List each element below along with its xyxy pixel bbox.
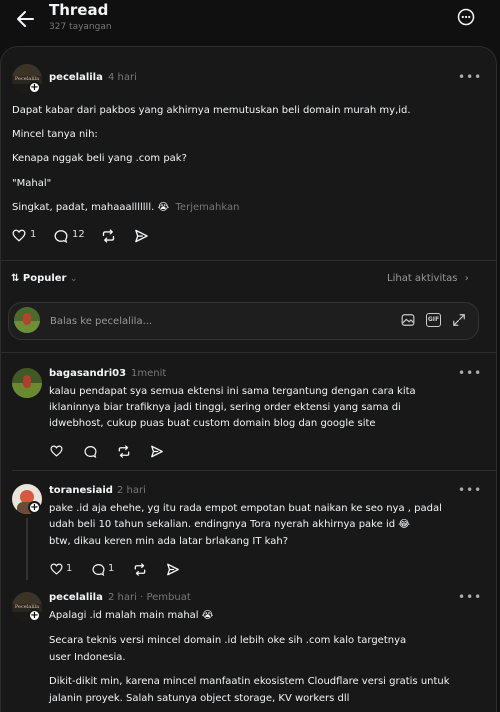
reply-line: udah beli 10 tahun sekalian. endingnya T… xyxy=(49,519,410,530)
heart-icon[interactable] xyxy=(12,229,26,242)
back-arrow-icon[interactable] xyxy=(15,8,37,30)
like-count: 1 xyxy=(30,229,37,240)
reply-time: 2 hari xyxy=(117,485,146,496)
like-count: 1 xyxy=(66,563,73,574)
reply-more-icon[interactable]: ••• xyxy=(458,590,482,604)
reply-line: iklaninnya biar trafiknya jadi tinggi, s… xyxy=(49,402,401,413)
reply-time: 2 hari xyxy=(108,592,137,603)
reply-meta: 2 hari · Pembuat xyxy=(108,592,191,603)
reply-line: Dikit-dikit min, karena mincel manfaatin… xyxy=(49,676,450,687)
comment-icon[interactable] xyxy=(54,229,68,243)
divider xyxy=(12,470,497,471)
author-tag: Pembuat xyxy=(146,592,191,603)
reply-line: pake .id aja ehehe, yg itu rada empot em… xyxy=(49,503,442,514)
heart-icon[interactable] xyxy=(50,445,63,457)
sort-icon: ⇅ xyxy=(11,273,20,284)
post-more-icon[interactable]: ••• xyxy=(458,70,482,84)
reply-line: idwebhost, cukup puas buat custom domain… xyxy=(49,418,376,429)
heart-icon[interactable] xyxy=(50,563,63,575)
repost-icon[interactable] xyxy=(117,445,131,458)
follow-plus-icon[interactable]: + xyxy=(28,609,41,622)
comment-icon[interactable] xyxy=(92,563,105,576)
chevron-right-icon: › xyxy=(464,273,469,284)
post-username[interactable]: pecelalila xyxy=(49,72,103,83)
reply-line: jalanin proyek. Salah satunya object sto… xyxy=(49,693,350,704)
post-line: "Mahal" xyxy=(12,178,52,189)
post-time: 4 hari xyxy=(108,72,137,83)
reply-line: Apalagi .id malah main mahal 😭 xyxy=(49,610,214,621)
expand-icon[interactable] xyxy=(452,313,466,327)
repost-icon[interactable] xyxy=(133,563,147,576)
divider xyxy=(0,260,497,261)
reply-more-icon[interactable]: ••• xyxy=(458,366,482,380)
reply-line: Secara teknis versi mincel domain .id le… xyxy=(49,635,407,646)
comment-icon[interactable] xyxy=(84,445,97,458)
share-icon[interactable] xyxy=(134,229,149,243)
follow-plus-icon[interactable]: + xyxy=(28,501,41,514)
top-bar: Thread 327 tayangan xyxy=(0,0,500,46)
view-activity-label: Lihat aktivitas xyxy=(387,273,458,284)
reply-placeholder[interactable]: Balas ke pecelalila... xyxy=(50,316,152,327)
view-activity-link[interactable]: Lihat aktivitas › xyxy=(387,273,469,284)
post-line: Kenapa nggak beli yang .com pak? xyxy=(12,153,187,164)
post-line-text: Singkat, padat, mahaaalllllll. 😭 xyxy=(12,202,170,213)
reply-line: user Indonesia. xyxy=(49,652,126,663)
share-icon[interactable] xyxy=(166,563,180,576)
more-options-icon[interactable] xyxy=(457,8,475,26)
chevron-down-icon: ⌄ xyxy=(69,274,78,284)
gif-icon[interactable]: GIF xyxy=(426,313,441,327)
reply-more-icon[interactable]: ••• xyxy=(458,483,482,497)
sort-dropdown[interactable]: ⇅ Populer ⌄ xyxy=(11,273,78,284)
share-icon[interactable] xyxy=(150,445,164,458)
avatar[interactable] xyxy=(12,368,42,398)
thread-connector xyxy=(26,518,28,580)
reply-username[interactable]: pecelalila xyxy=(49,592,103,603)
follow-plus-icon[interactable]: + xyxy=(28,81,41,94)
sort-label: Populer xyxy=(22,273,67,284)
reply-count: 12 xyxy=(72,229,85,240)
post-line: Singkat, padat, mahaaalllllll. 😭 Terjema… xyxy=(12,200,239,216)
page-title: Thread xyxy=(49,1,109,19)
current-user-avatar xyxy=(14,307,40,333)
reply-time: 1menit xyxy=(131,368,167,379)
post-line: Mincel tanya nih: xyxy=(12,129,98,140)
reply-line: kalau pendapat sya semua ektensi ini sam… xyxy=(49,386,416,397)
reply-username[interactable]: bagasandri03 xyxy=(49,368,126,379)
view-count: 327 tayangan xyxy=(49,22,112,32)
divider xyxy=(0,352,497,353)
reply-count: 1 xyxy=(108,563,115,574)
post-line: Dapat kabar dari pakbos yang akhirnya me… xyxy=(12,105,411,116)
reply-username[interactable]: toranesiaid xyxy=(49,485,113,496)
reply-line: btw, dikau keren min ada latar brlakang … xyxy=(49,536,288,547)
translate-link[interactable]: Terjemahkan xyxy=(176,202,240,213)
repost-icon[interactable] xyxy=(101,229,116,243)
image-icon[interactable] xyxy=(401,313,415,327)
